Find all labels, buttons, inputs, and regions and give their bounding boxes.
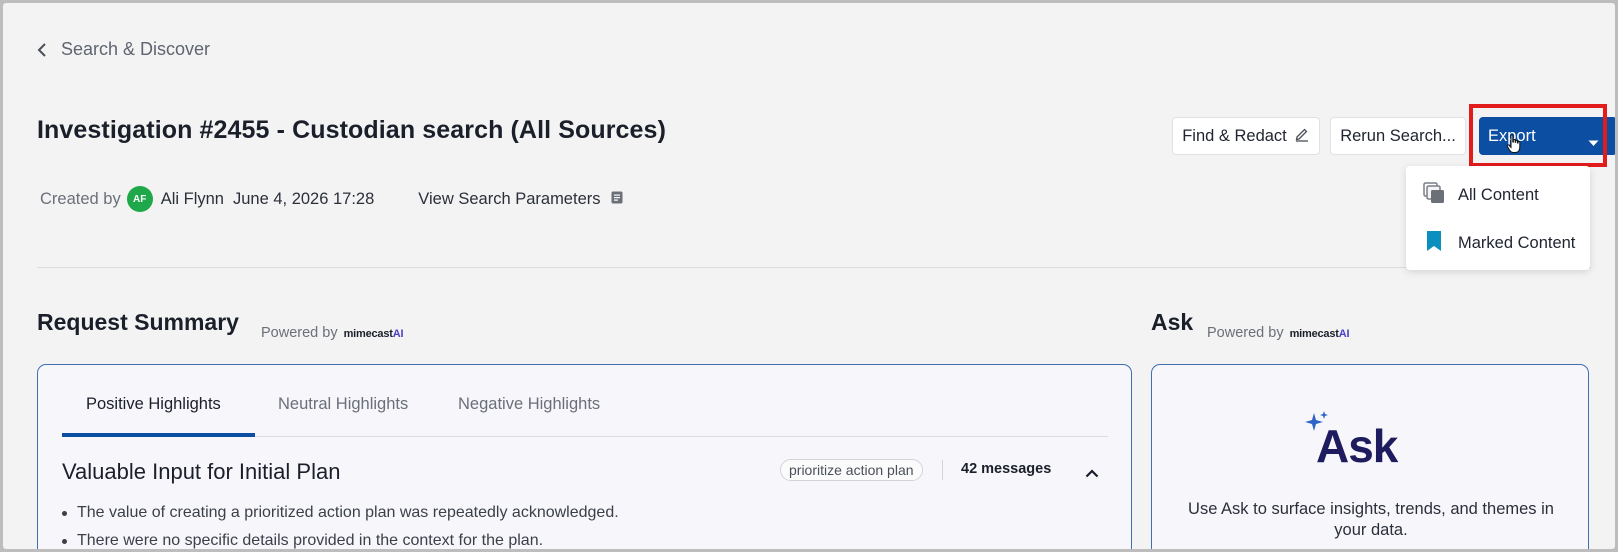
message-count: 42 messages [961, 461, 1052, 477]
view-search-parameters-label: View Search Parameters [418, 189, 601, 208]
tab-positive-highlights[interactable]: Positive Highlights [86, 395, 221, 414]
tab-neutral-highlights[interactable]: Neutral Highlights [278, 395, 408, 414]
separator [942, 460, 943, 480]
created-date: June 4, 2026 17:28 [233, 189, 375, 208]
active-tab-indicator [62, 433, 255, 437]
highlight-tabs: Positive Highlights Neutral Highlights N… [62, 365, 1108, 437]
mimecast-ai-logo: mimecastAI [343, 328, 404, 340]
back-link[interactable]: Search & Discover [37, 39, 210, 60]
hand-cursor-icon [1506, 134, 1522, 159]
meta-row: Created by AF Ali Flynn June 4, 2026 17:… [40, 186, 623, 212]
request-summary-card: Positive Highlights Neutral Highlights N… [37, 364, 1132, 549]
mimecast-ai-logo: mimecastAI [1289, 328, 1350, 340]
chevron-up-icon[interactable] [1085, 465, 1099, 483]
menu-item-label: Marked Content [1458, 233, 1576, 252]
header-divider [37, 267, 1591, 268]
menu-item-marked-content[interactable]: Marked Content [1406, 221, 1590, 265]
menu-item-label: All Content [1458, 185, 1539, 204]
created-by-label: Created by [40, 189, 121, 208]
ask-title: Ask [1151, 309, 1194, 335]
author-name: Ali Flynn [160, 189, 224, 208]
app-window: Search & Discover Investigation #2455 - … [3, 3, 1615, 549]
rerun-search-button[interactable]: Rerun Search... [1330, 117, 1466, 155]
request-summary-title: Request Summary [37, 309, 239, 335]
pencil-icon [1294, 126, 1310, 147]
stack-icon [1422, 181, 1446, 210]
view-search-parameters-link[interactable]: View Search Parameters [418, 190, 622, 209]
ask-card: Ask Use Ask to surface insights, trends,… [1151, 364, 1589, 549]
tab-negative-highlights[interactable]: Negative Highlights [458, 395, 600, 414]
document-icon [611, 190, 623, 209]
export-dropdown-menu: All Content Marked Content [1406, 166, 1590, 270]
find-redact-button[interactable]: Find & Redact [1172, 117, 1320, 155]
list-item: The value of creating a prioritized acti… [62, 499, 619, 527]
powered-by: Powered by mimecastAI [261, 325, 404, 341]
bookmark-icon [1422, 229, 1446, 258]
menu-item-all-content[interactable]: All Content [1406, 173, 1590, 217]
find-redact-label: Find & Redact [1182, 126, 1287, 145]
topic-tag: prioritize action plan [780, 459, 923, 481]
highlight-bullets: The value of creating a prioritized acti… [62, 499, 619, 549]
ask-description: Use Ask to surface insights, trends, and… [1188, 500, 1554, 539]
page-title: Investigation #2455 - Custodian search (… [37, 116, 666, 144]
back-link-label: Search & Discover [61, 39, 211, 59]
powered-by-label: Powered by [261, 325, 338, 341]
chevron-left-icon [37, 42, 47, 58]
ask-logo-text: Ask [1316, 420, 1398, 472]
avatar: AF [126, 186, 153, 212]
powered-by: Powered by mimecastAI [1207, 325, 1350, 341]
list-item: There were no specific details provided … [62, 527, 619, 549]
export-highlight-box [1469, 104, 1607, 167]
ask-logo: Ask [1304, 411, 1434, 477]
powered-by-label: Powered by [1207, 325, 1284, 341]
highlight-heading: Valuable Input for Initial Plan [62, 459, 341, 484]
